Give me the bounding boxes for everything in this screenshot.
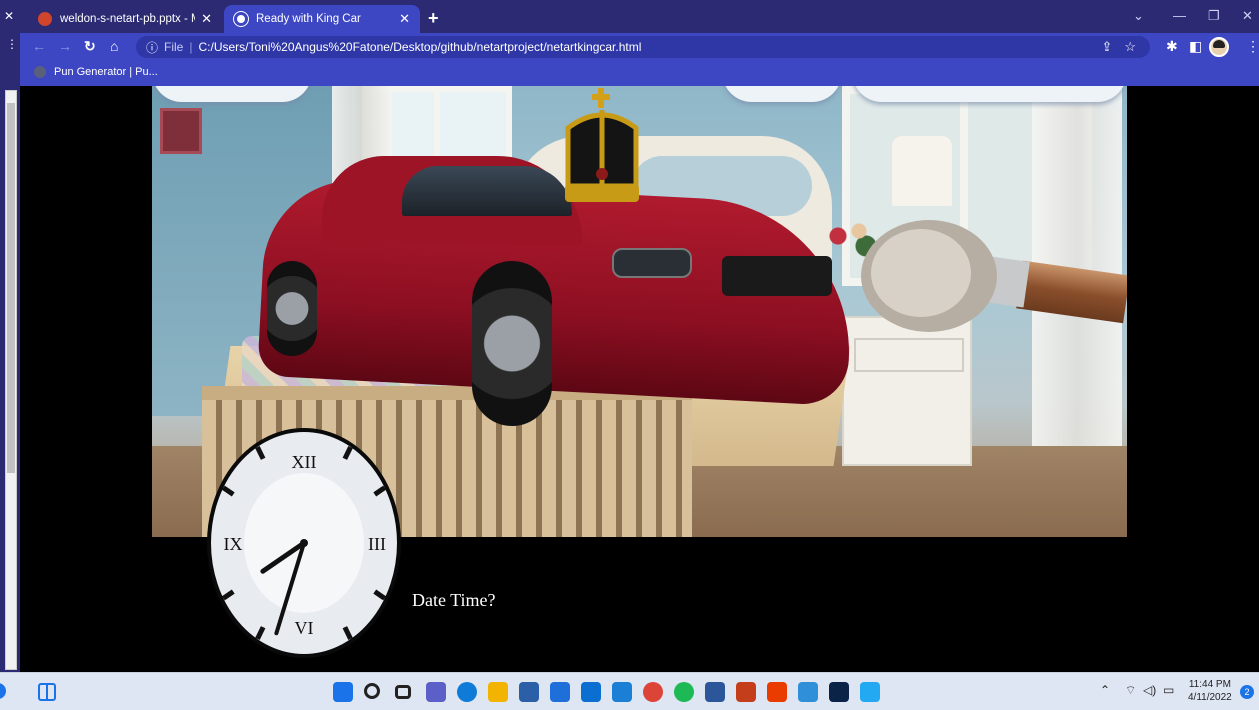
crown-icon	[565, 88, 639, 202]
cloud	[722, 86, 842, 102]
teams-icon[interactable]	[426, 682, 446, 702]
menu-icon[interactable]: ⋮	[1246, 38, 1259, 55]
file-explorer-icon[interactable]	[488, 682, 508, 702]
bookmark-pun-generator[interactable]: Pun Generator | Pu...	[34, 66, 158, 78]
mail-icon[interactable]	[550, 682, 570, 702]
start-icon[interactable]	[333, 682, 353, 702]
edge-icon[interactable]	[457, 682, 477, 702]
word-icon[interactable]	[705, 682, 725, 702]
battery-icon[interactable]: ▭	[1163, 683, 1174, 697]
analog-clock: XII III VI IX	[207, 428, 401, 658]
bookmark-star-icon[interactable]: ☆	[1124, 39, 1136, 55]
bookmark-label: Pun Generator | Pu...	[54, 66, 158, 78]
bookmarks-bar: Pun Generator | Pu...	[20, 61, 1259, 86]
photoshop-icon[interactable]	[829, 682, 849, 702]
powerpoint-icon[interactable]	[736, 682, 756, 702]
car-wheel	[267, 261, 317, 356]
clock-numeral-xii: XII	[292, 452, 317, 472]
minimize-icon[interactable]: —	[1173, 8, 1186, 23]
nightstand	[842, 316, 972, 466]
info-icon[interactable]: ⓘ	[146, 39, 158, 56]
tab-title: Ready with King Car	[256, 13, 361, 25]
taskbar-indicator	[0, 683, 6, 699]
task-view-icon[interactable]	[395, 685, 411, 699]
tab-powerpoint[interactable]: weldon-s-netart-pb.pptx - Micro ✕	[28, 5, 222, 33]
cloud	[852, 86, 1127, 102]
more-icon[interactable]: ⋮	[6, 38, 18, 50]
side-panel-icon[interactable]: ◧	[1189, 38, 1202, 55]
picture-frame	[160, 108, 202, 154]
share-icon[interactable]: ⇪	[1101, 39, 1112, 55]
notification-badge[interactable]: 2	[1240, 685, 1254, 699]
system-time: 11:44 PM	[1188, 679, 1231, 690]
app-icon-2[interactable]	[612, 682, 632, 702]
close-icon[interactable]: ✕	[201, 11, 212, 27]
store-icon[interactable]	[519, 682, 539, 702]
car-headlight	[612, 248, 692, 278]
chrome-icon[interactable]	[643, 682, 663, 702]
system-clock[interactable]: 11:44 PM 4/11/2022	[1188, 678, 1232, 704]
car-windshield	[402, 166, 572, 216]
car-wheel	[472, 261, 552, 426]
chevron-up-icon[interactable]: ⌃	[1100, 683, 1110, 697]
lamp	[892, 136, 952, 206]
system-date: 4/11/2022	[1188, 692, 1232, 703]
search-icon[interactable]	[364, 683, 380, 699]
scheme-label: File	[164, 40, 184, 54]
back-icon[interactable]: ←	[32, 38, 46, 54]
wifi-icon[interactable]: ⌔	[1125, 683, 1136, 698]
extensions-icon[interactable]: ✱	[1166, 38, 1178, 55]
page-viewport: XII III VI IX Date Time?	[20, 86, 1259, 672]
forward-icon[interactable]: →	[58, 38, 72, 54]
cloud	[152, 86, 312, 102]
toolbar: ← → ↻ ⌂ ⓘ File | C:/Users/Toni%20Angus%2…	[20, 33, 1259, 61]
address-bar[interactable]: ⓘ File | C:/Users/Toni%20Angus%20Fatone/…	[136, 36, 1150, 58]
new-tab-icon[interactable]: +	[428, 8, 439, 29]
makeup-brush-icon	[861, 220, 1127, 332]
car-grille	[722, 256, 832, 296]
close-icon[interactable]: ✕	[4, 9, 14, 23]
vscode-icon[interactable]	[860, 682, 880, 702]
clock-numeral-vi: VI	[295, 618, 314, 638]
clock-numeral-ix: IX	[224, 534, 243, 554]
date-time-text: Date Time?	[412, 590, 496, 610]
office-icon[interactable]	[767, 682, 787, 702]
globe-icon	[34, 66, 46, 78]
close-window-icon[interactable]: ✕	[1242, 8, 1253, 24]
screen: ✕ ⋮ weldon-s-netart-pb.pptx - Micro ✕ Re…	[0, 0, 1259, 710]
app-icon-3[interactable]	[798, 682, 818, 702]
tab-bar: weldon-s-netart-pb.pptx - Micro ✕ Ready …	[20, 0, 1259, 33]
separator: |	[189, 40, 193, 54]
tab-search-icon[interactable]: ⌄	[1133, 8, 1144, 24]
clock-numeral-iii: III	[368, 534, 386, 554]
reload-icon[interactable]: ↻	[84, 38, 96, 55]
tab-king-car[interactable]: Ready with King Car ✕	[224, 5, 420, 33]
close-icon[interactable]: ✕	[399, 11, 410, 27]
app-icon[interactable]	[581, 682, 601, 702]
browser-window: weldon-s-netart-pb.pptx - Micro ✕ Ready …	[20, 0, 1259, 672]
volume-icon[interactable]: ◁)	[1143, 683, 1156, 697]
widgets-icon[interactable]	[38, 683, 56, 701]
spotify-icon[interactable]	[674, 682, 694, 702]
restore-icon[interactable]: ❐	[1208, 8, 1220, 24]
scrollbar[interactable]	[5, 90, 17, 670]
avatar[interactable]	[1209, 37, 1229, 57]
chrome-icon	[234, 12, 248, 26]
home-icon[interactable]: ⌂	[110, 38, 118, 54]
tab-title: weldon-s-netart-pb.pptx - Micro	[60, 13, 195, 25]
omnibox-actions: ⇪ ☆	[1101, 39, 1136, 55]
powerpoint-icon	[38, 12, 52, 26]
taskbar: ⌃ ⌔ ◁) ▭ 11:44 PM 4/11/2022 2	[0, 672, 1259, 710]
url-text[interactable]: C:/Users/Toni%20Angus%20Fatone/Desktop/g…	[198, 40, 641, 54]
scrollbar-thumb[interactable]	[7, 103, 15, 473]
